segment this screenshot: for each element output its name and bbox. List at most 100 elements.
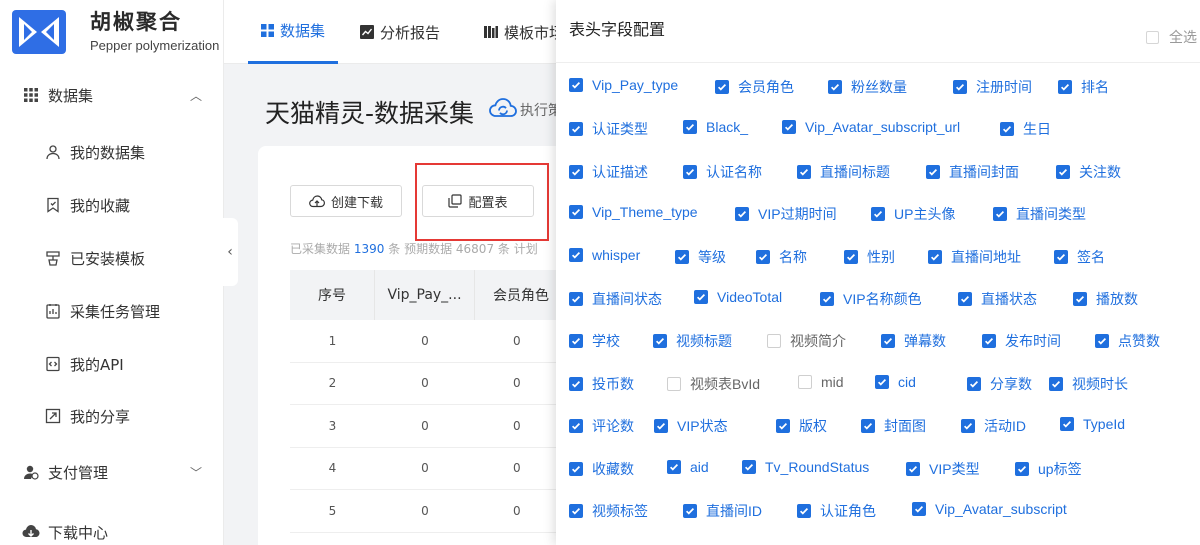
field-checkbox[interactable]: up标签 [1015, 459, 1082, 479]
sidebar-item-label: 我的API [70, 355, 124, 374]
checkbox-icon [767, 334, 781, 349]
field-checkbox[interactable]: 认证类型 [569, 119, 648, 139]
field-checkbox[interactable]: 视频时长 [1049, 374, 1128, 394]
tab-datasets[interactable]: 数据集 [248, 0, 338, 64]
field-checkbox[interactable]: whisper [569, 247, 640, 263]
sidebar-item-my-share[interactable]: 我的分享 [0, 396, 224, 436]
column-header[interactable]: Vip_Pay_... [375, 270, 475, 320]
collected-label: 已采集数据 [290, 242, 351, 256]
exec-strategy-label[interactable]: 执行策略 [520, 100, 560, 120]
field-checkbox[interactable]: VIP类型 [906, 459, 980, 479]
field-label: 视频标题 [676, 333, 732, 350]
field-label: UP主头像 [894, 206, 956, 223]
field-checkbox[interactable]: Tv_RoundStatus [742, 459, 869, 475]
checkbox-checked-icon [569, 461, 583, 476]
create-download-button[interactable]: 创建下载 [290, 185, 402, 217]
field-checkbox[interactable]: 会员角色 [715, 77, 794, 97]
field-label: VIP名称颜色 [843, 291, 922, 307]
logo[interactable]: 胡椒聚合 Pepper polymerization [0, 0, 224, 64]
field-checkbox[interactable]: 直播间ID [683, 501, 762, 521]
table-row[interactable]: 4 0 0 [290, 448, 558, 490]
table-cell: 5 [328, 503, 337, 518]
sidebar-item-installed-templates[interactable]: 已安装模板 [0, 238, 224, 278]
table-row[interactable]: 1 0 0 [290, 320, 558, 363]
field-checkbox[interactable]: Vip_Theme_type [569, 204, 698, 220]
field-checkbox[interactable]: Black_ [683, 119, 748, 135]
table-cell: 0 [421, 376, 429, 391]
field-checkbox[interactable]: 发布时间 [982, 331, 1061, 351]
field-checkbox[interactable]: 签名 [1054, 247, 1105, 267]
field-checkbox[interactable]: 封面图 [861, 416, 926, 436]
checkbox-checked-icon [1073, 292, 1087, 306]
field-checkbox[interactable]: cid [875, 374, 916, 390]
field-checkbox[interactable]: 认证角色 [797, 501, 876, 521]
field-checkbox[interactable]: VIP名称颜色 [820, 289, 922, 309]
field-checkbox[interactable]: 粉丝数量 [828, 77, 907, 97]
field-checkbox[interactable]: 认证名称 [683, 162, 762, 182]
sidebar-item-favorites[interactable]: 我的收藏 [0, 185, 224, 225]
field-checkbox[interactable]: UP主头像 [871, 204, 955, 224]
field-checkbox[interactable]: 视频标题 [653, 331, 732, 351]
field-checkbox[interactable]: 性别 [844, 247, 895, 267]
sidebar-group-download-center[interactable]: 下载中心 [0, 512, 224, 545]
logo-mark-icon [12, 10, 66, 54]
tab-analysis-report[interactable]: 分析报告 [360, 0, 440, 64]
field-checkbox[interactable]: TypeId [1060, 416, 1125, 432]
field-checkbox[interactable]: 直播状态 [958, 289, 1037, 309]
collected-count: 1390 [353, 242, 385, 256]
sidebar-group-payment[interactable]: 支付管理 ﹀ [0, 452, 224, 492]
cloud-sync-icon[interactable] [488, 96, 518, 120]
cloud-upload-icon [309, 194, 325, 208]
field-checkbox[interactable]: 生日 [1000, 119, 1051, 139]
field-checkbox[interactable]: VideoTotal [694, 289, 782, 305]
field-checkbox[interactable]: 直播间类型 [993, 204, 1086, 224]
field-checkbox[interactable]: 弹幕数 [881, 331, 946, 351]
field-checkbox[interactable]: aid [667, 459, 709, 475]
table-cell: 1 [328, 333, 337, 348]
field-checkbox[interactable]: 关注数 [1056, 162, 1121, 182]
field-checkbox[interactable]: 活动ID [961, 416, 1026, 436]
field-checkbox[interactable]: VIP状态 [654, 416, 728, 436]
field-checkbox[interactable]: VIP过期时间 [735, 204, 837, 224]
field-checkbox[interactable]: 学校 [569, 331, 620, 351]
field-checkbox[interactable]: 投币数 [569, 374, 634, 394]
checkbox-checked-icon [958, 292, 972, 306]
select-all-checkbox[interactable]: 全选 [1146, 27, 1197, 47]
field-checkbox[interactable]: 播放数 [1073, 289, 1138, 309]
table-row[interactable]: 5 0 0 [290, 490, 558, 533]
field-checkbox[interactable]: 评论数 [569, 416, 634, 436]
field-checkbox[interactable]: 认证描述 [569, 162, 648, 182]
field-checkbox[interactable]: 视频表BvId [667, 374, 760, 394]
field-checkbox[interactable]: Vip_Avatar_subscript_url [782, 119, 960, 135]
field-checkbox[interactable]: 等级 [675, 247, 726, 267]
field-checkbox[interactable]: 版权 [776, 416, 827, 436]
sidebar-item-task-management[interactable]: 采集任务管理 [0, 291, 224, 331]
sidebar-item-my-datasets[interactable]: 我的数据集 [0, 132, 224, 172]
column-header[interactable]: 序号 [290, 270, 375, 320]
field-checkbox[interactable]: 排名 [1058, 77, 1109, 97]
field-checkbox[interactable]: 直播间地址 [928, 247, 1021, 267]
field-checkbox[interactable]: 分享数 [967, 374, 1032, 394]
checkbox-checked-icon [953, 80, 967, 94]
tab-template-market[interactable]: 模板市场 [484, 0, 556, 64]
checkbox-checked-icon [569, 247, 583, 262]
sidebar-item-my-api[interactable]: 我的API [0, 344, 224, 384]
field-checkbox[interactable]: 注册时间 [953, 77, 1032, 97]
field-checkbox[interactable]: 收藏数 [569, 459, 634, 479]
sidebar-group-dataset[interactable]: 数据集 ︿ [0, 75, 224, 115]
column-header[interactable]: 会员角色 [475, 270, 558, 320]
field-checkbox[interactable]: Vip_Pay_type [569, 77, 678, 93]
field-checkbox[interactable]: 直播间标题 [797, 162, 890, 182]
field-checkbox[interactable]: 视频标签 [569, 501, 648, 521]
field-checkbox[interactable]: Vip_Avatar_subscript [912, 501, 1067, 517]
field-checkbox[interactable]: 直播间封面 [926, 162, 1019, 182]
field-checkbox[interactable]: 名称 [756, 247, 807, 267]
table-row[interactable]: 2 0 0 [290, 363, 558, 405]
table-row[interactable]: 3 0 0 [290, 405, 558, 448]
field-checkbox[interactable]: 直播间状态 [569, 289, 662, 309]
field-checkbox[interactable]: mid [798, 374, 844, 390]
checkbox-checked-icon [1095, 334, 1109, 349]
sidebar-collapse-toggle[interactable]: ‹ [222, 218, 238, 286]
field-checkbox[interactable]: 视频简介 [767, 331, 846, 351]
field-checkbox[interactable]: 点赞数 [1095, 331, 1160, 351]
